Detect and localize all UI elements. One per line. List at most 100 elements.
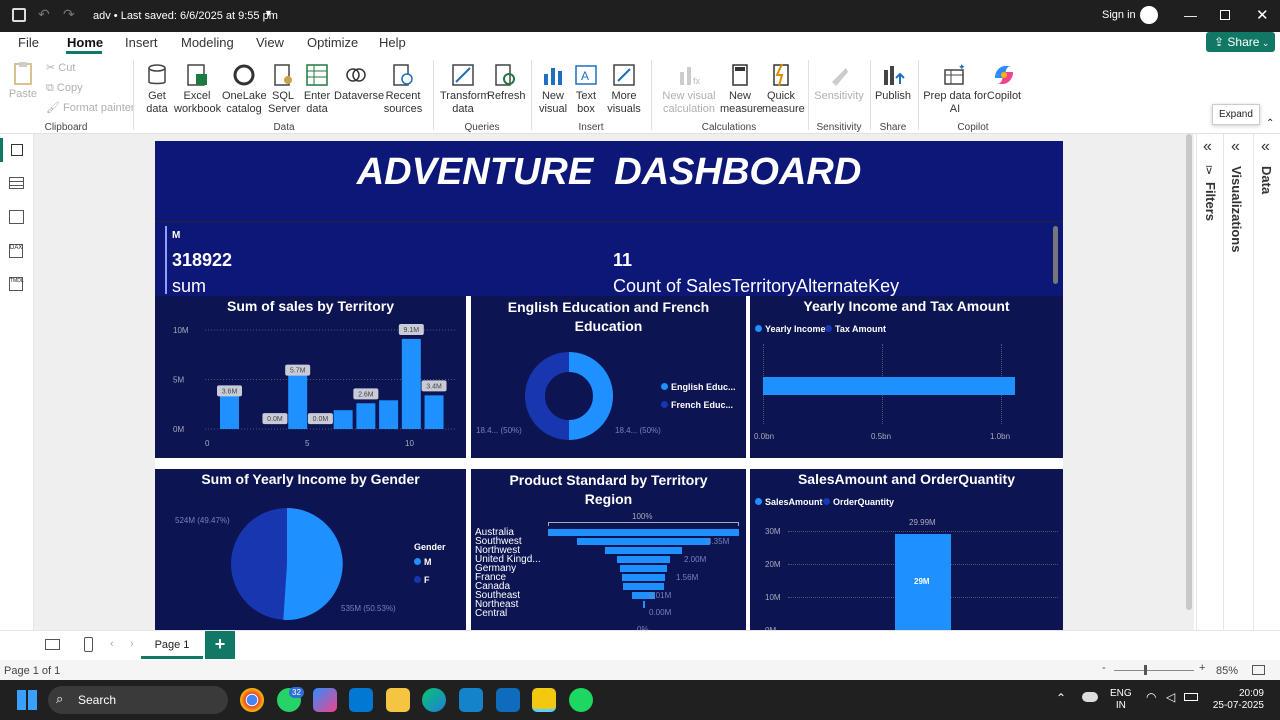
funnel-bar[interactable] [576,538,711,545]
redo-icon[interactable]: ↷ [63,6,75,23]
menu-modeling[interactable]: Modeling [181,35,234,50]
menu-insert[interactable]: Insert [125,35,158,50]
sales-order-quantity-visual[interactable]: SalesAmount and OrderQuantity SalesAmoun… [750,469,1063,631]
fit-to-page-icon[interactable] [1252,665,1265,675]
quick-measure-button[interactable]: Quick measure [762,62,805,116]
volume-icon[interactable]: ◁ [1166,690,1175,704]
copy-button[interactable]: ⧉ Copy [46,82,83,95]
bar[interactable] [401,338,421,429]
windows-start-icon[interactable] [17,690,37,710]
menu-optimize[interactable]: Optimize [307,35,358,50]
funnel-bar[interactable] [619,565,668,572]
add-page-button[interactable]: + [205,631,235,659]
education-donut-visual[interactable]: English Education and French Education 1… [471,296,746,458]
mobile-layout-icon[interactable] [84,637,93,652]
visualizations-pane-label[interactable]: Visualizations [1229,166,1244,252]
expand-data-icon[interactable]: « [1261,138,1270,156]
zoom-slider-thumb[interactable] [1144,665,1147,675]
new-measure-button[interactable]: New measure [720,62,763,116]
wifi-icon[interactable]: ◠ [1146,690,1156,704]
save-icon[interactable] [12,8,26,22]
sign-in-link[interactable]: Sign in [1102,9,1136,21]
desktop-layout-icon[interactable] [45,639,60,650]
sales-by-territory-visual[interactable]: Sum of sales by Territory 0M 5M 10M 3.6M 0.0… [155,296,466,458]
menu-file[interactable]: File [18,35,39,50]
copilot-button[interactable]: Copilot [984,62,1024,103]
bar[interactable] [288,372,308,429]
sensitivity-button[interactable]: Sensitivity [814,62,864,103]
photos-icon[interactable] [459,688,483,712]
close-icon[interactable]: ✕ [1256,6,1269,24]
chrome-icon[interactable] [240,688,264,712]
file-explorer-icon[interactable] [386,688,410,712]
file-title[interactable]: adv • Last saved: 6/6/2025 at 9:55 pm [93,10,278,22]
card-scrollbar[interactable] [1053,226,1058,284]
funnel-bar[interactable] [616,556,671,563]
onelake-catalog-button[interactable]: OneLake catalog [222,62,267,116]
sql-server-button[interactable]: SQL Server [268,62,300,116]
filter-icon[interactable]: ⊽ [1205,164,1213,177]
zoom-slider[interactable] [1114,670,1194,671]
paste-button[interactable]: Paste [8,60,38,101]
next-page-icon[interactable]: › [130,638,134,650]
minimize-icon[interactable]: — [1184,8,1197,23]
cut-button[interactable]: ✂ Cut [46,62,75,75]
funnel-bar[interactable] [621,574,666,581]
collapse-filters-icon[interactable]: « [1203,138,1212,156]
clock[interactable]: 20:09 25-07-2025 [1206,688,1264,712]
cloud-icon[interactable] [1082,692,1098,702]
table-view-icon[interactable] [9,177,24,189]
collapse-ribbon-icon[interactable]: ⌃ [1266,118,1274,129]
model-view-icon[interactable] [9,210,24,224]
zoom-in-button[interactable]: + [1199,662,1205,674]
funnel-bar[interactable] [623,583,664,590]
menu-help[interactable]: Help [379,35,406,50]
text-box-button[interactable]: A Text box [572,62,600,116]
chevron-down-icon[interactable]: ▼ [264,8,273,18]
maximize-icon[interactable] [1220,10,1230,20]
menu-view[interactable]: View [256,35,284,50]
refresh-button[interactable]: Refresh [487,62,526,103]
canvas-scrollbar[interactable] [1186,134,1192,610]
data-pane-label[interactable]: Data [1259,166,1274,194]
funnel-bar[interactable] [642,601,645,608]
share-button[interactable]: ⇪ Share ⌄ [1206,32,1275,52]
new-visual-calculation-button[interactable]: fx New visual calculation [658,62,720,116]
funnel-bar[interactable] [548,529,739,536]
power-bi-icon[interactable] [532,688,556,712]
yearly-income-bar[interactable] [763,377,1016,395]
kpi-card-strip[interactable]: M 318922 sum 11 Count of SalesTerritoryA… [155,221,1063,296]
avatar-icon[interactable] [1140,6,1158,24]
bar[interactable] [220,393,239,429]
bar[interactable] [379,400,399,429]
undo-icon[interactable]: ↶ [38,6,50,23]
spotify-icon[interactable] [569,688,593,712]
bar[interactable] [424,395,444,429]
transform-data-button[interactable]: Transform data [440,62,490,116]
copilot-app-icon[interactable] [313,688,337,712]
enter-data-button[interactable]: Enter data [302,62,332,116]
filters-pane-label[interactable]: Filters [1203,182,1218,221]
store-icon[interactable] [349,688,373,712]
recent-sources-button[interactable]: Recent sources [380,62,426,116]
prev-page-icon[interactable]: ‹ [110,638,114,650]
more-visuals-button[interactable]: More visuals [604,62,644,116]
menu-home[interactable]: Home [67,35,103,50]
dataverse-button[interactable]: Dataverse [334,62,384,103]
page-tab[interactable]: Page 1 [141,631,203,659]
bar[interactable] [333,410,353,429]
publish-button[interactable]: Publish [874,62,912,103]
zoom-out-button[interactable]: - [1102,662,1106,674]
excel-workbook-button[interactable]: Excel workbook [174,62,221,116]
bar[interactable] [356,403,376,429]
edge-icon[interactable] [422,688,446,712]
report-view-icon[interactable] [11,144,23,156]
product-standard-funnel-visual[interactable]: Product Standard by Territory Region 100… [471,469,746,631]
get-data-button[interactable]: Get data [140,62,174,116]
taskbar-search-box[interactable]: ⌕ Search [48,686,228,714]
chevron-up-icon[interactable]: ⌃ [1056,691,1066,705]
language-indicator[interactable]: ENG IN [1110,688,1132,712]
format-painter-button[interactable]: 🖌 Format painter [46,102,135,115]
expand-visualizations-icon[interactable]: « [1231,138,1240,156]
dax-query-view-icon[interactable]: DAX [9,244,23,258]
